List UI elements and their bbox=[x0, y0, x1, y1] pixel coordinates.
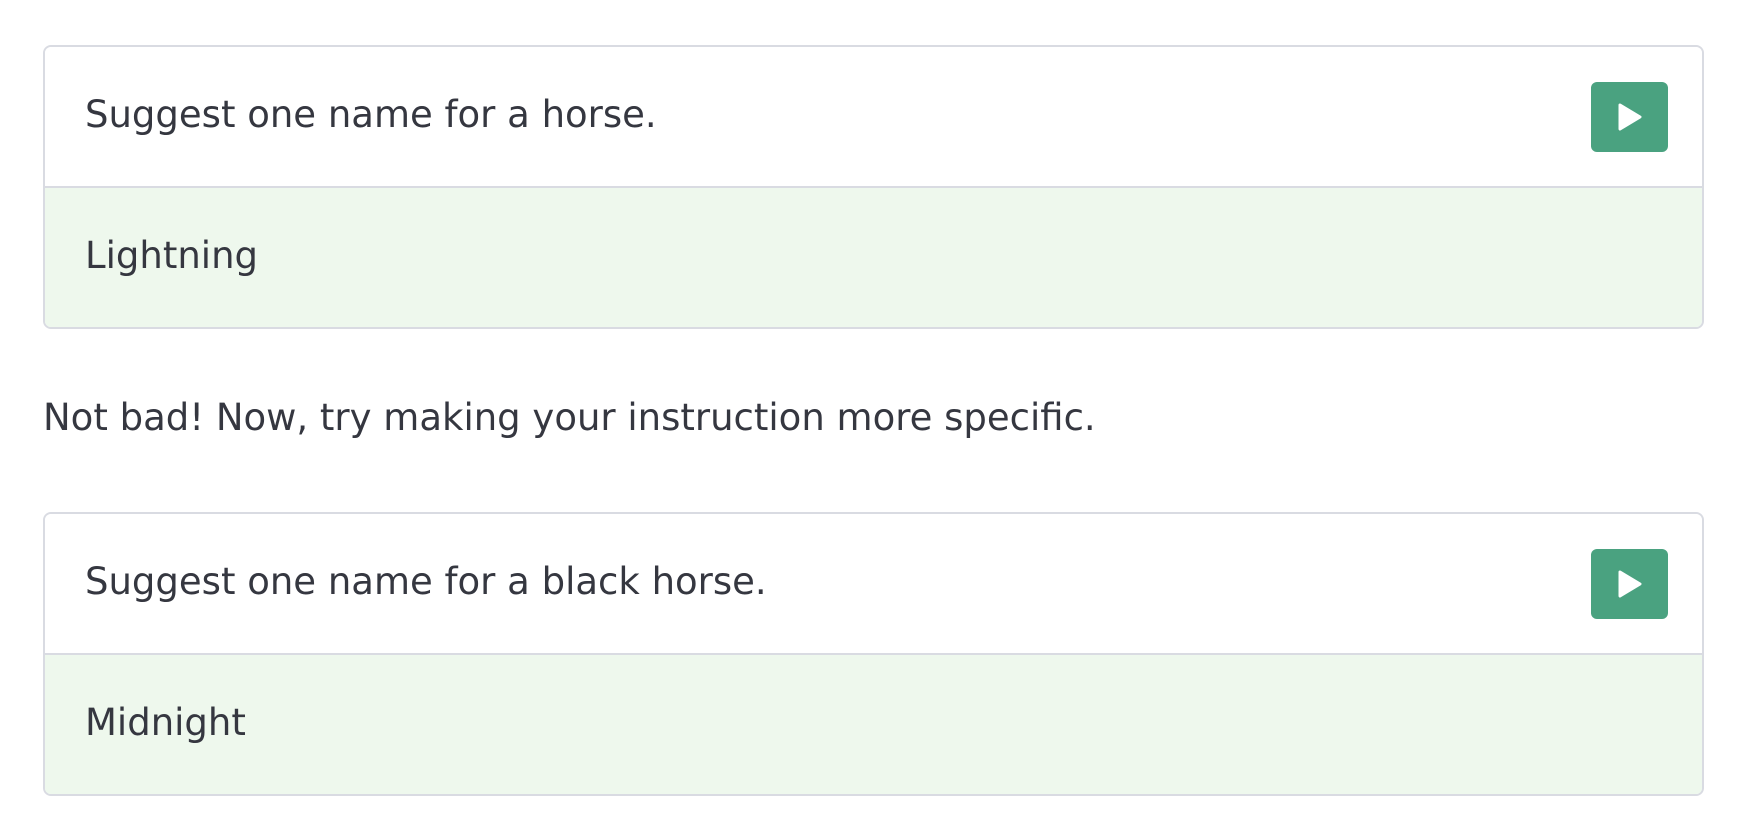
response-row: Midnight bbox=[45, 655, 1702, 794]
run-button[interactable] bbox=[1591, 549, 1668, 619]
run-button[interactable] bbox=[1591, 82, 1668, 152]
prompt-text: Suggest one name for a horse. bbox=[85, 93, 657, 136]
response-text: Midnight bbox=[85, 701, 246, 744]
example-card: Suggest one name for a horse. Lightning bbox=[43, 45, 1704, 329]
prompt-row: Suggest one name for a black horse. bbox=[45, 514, 1702, 655]
play-icon bbox=[1618, 103, 1641, 131]
prompt-row: Suggest one name for a horse. bbox=[45, 47, 1702, 188]
page: Suggest one name for a horse. Lightning … bbox=[0, 0, 1748, 840]
prompt-text: Suggest one name for a black horse. bbox=[85, 560, 767, 603]
response-text: Lightning bbox=[85, 234, 259, 277]
example-card: Suggest one name for a black horse. Midn… bbox=[43, 512, 1704, 796]
instruction-text: Not bad! Now, try making your instructio… bbox=[43, 396, 1096, 439]
response-row: Lightning bbox=[45, 188, 1702, 327]
play-icon bbox=[1618, 570, 1641, 598]
